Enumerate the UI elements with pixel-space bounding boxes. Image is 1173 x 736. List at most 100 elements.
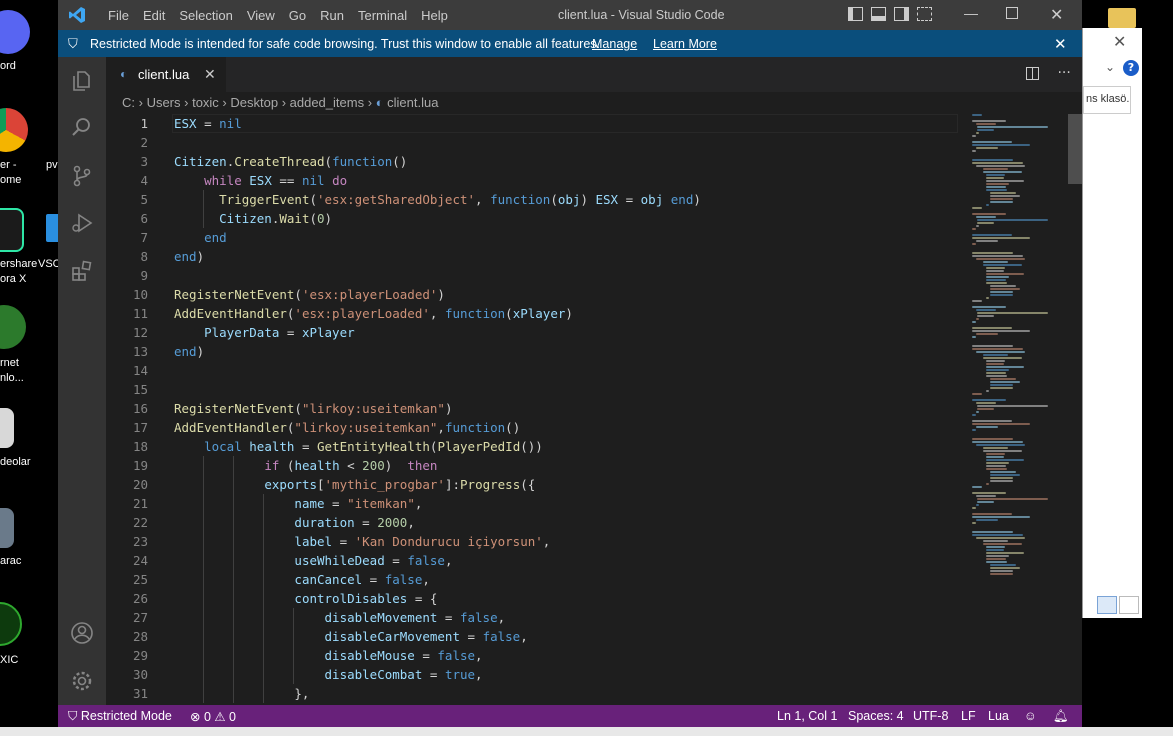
code-line[interactable]: name = "itemkan", [174, 494, 422, 513]
indent-guide [263, 627, 265, 646]
code-line[interactable]: disableMouse = false, [174, 646, 483, 665]
filmora-icon[interactable] [0, 208, 24, 252]
minimap-line [986, 279, 1007, 281]
menu-run[interactable]: Run [313, 0, 351, 30]
code-line[interactable]: exports['mythic_progbar']:Progress({ [174, 475, 535, 494]
toxic-icon[interactable] [0, 602, 22, 646]
code-line[interactable]: AddEventHandler("lirkoy:useitemkan",func… [174, 418, 520, 437]
search-icon[interactable] [70, 115, 94, 139]
minimize-icon[interactable]: — [964, 5, 978, 21]
code-line[interactable]: end) [174, 342, 204, 361]
minimap-line [986, 183, 1010, 185]
eol-status[interactable]: LF [961, 709, 976, 723]
breadcrumb-item[interactable]: toxic [192, 95, 219, 114]
tab-client-lua[interactable]: ◐ client.lua ✕ [106, 57, 226, 92]
menu-view[interactable]: View [240, 0, 282, 30]
encoding-status[interactable]: UTF-8 [913, 709, 948, 723]
code-line[interactable]: if (health < 200) then [174, 456, 437, 475]
code-line[interactable]: label = 'Kan Dondurucu içiyorsun', [174, 532, 550, 551]
breadcrumb-item[interactable]: Users [147, 95, 181, 114]
minimap-line [986, 273, 1024, 275]
line-number: 31 [132, 686, 148, 701]
toggle-panel-icon[interactable] [871, 7, 886, 21]
split-editor-icon[interactable] [1026, 66, 1039, 80]
folder-shortcut-icon[interactable] [0, 408, 14, 448]
download-manager-icon[interactable] [0, 305, 26, 349]
code-line[interactable]: Citizen.Wait(0) [174, 209, 332, 228]
extensions-icon[interactable] [70, 259, 94, 283]
vscode-desktop-icon[interactable] [46, 214, 58, 242]
menu-terminal[interactable]: Terminal [351, 0, 414, 30]
close-icon[interactable]: ✕ [1054, 35, 1067, 53]
indentation-status[interactable]: Spaces: 4 [848, 709, 904, 723]
chevron-right-icon: › [180, 95, 193, 110]
menu-go[interactable]: Go [282, 0, 313, 30]
customize-layout-icon[interactable] [917, 7, 932, 21]
explorer-icon[interactable] [70, 69, 94, 93]
more-actions-icon[interactable]: ··· [1057, 65, 1070, 81]
close-icon[interactable]: ✕ [1113, 32, 1126, 51]
breadcrumb-item[interactable]: client.lua [387, 95, 438, 114]
search-input[interactable]: ns klasö... [1083, 86, 1131, 114]
discord-icon[interactable] [0, 10, 30, 54]
feedback-icon[interactable]: ☺ [1024, 709, 1037, 723]
code-line[interactable]: AddEventHandler('esx:playerLoaded', func… [174, 304, 573, 323]
code-line[interactable]: ESX = nil [174, 114, 242, 133]
code-line[interactable]: while ESX == nil do [174, 171, 347, 190]
scrollbar-thumb[interactable] [1068, 114, 1082, 184]
problems-status[interactable]: ⊗ 0 ⚠ 0 [190, 709, 236, 724]
code-line[interactable]: local health = GetEntityHealth(PlayerPed… [174, 437, 543, 456]
vertical-scrollbar[interactable] [1068, 114, 1082, 705]
code-line[interactable]: Citizen.CreateThread(function() [174, 152, 407, 171]
breadcrumb-item[interactable]: added_items [290, 95, 364, 114]
code-line[interactable]: }, [174, 684, 309, 703]
close-tab-icon[interactable]: ✕ [204, 66, 216, 83]
toggle-secondary-sidebar-icon[interactable] [894, 7, 909, 21]
cursor-position[interactable]: Ln 1, Col 1 [777, 709, 837, 723]
activity-bar [58, 57, 106, 705]
menu-file[interactable]: File [101, 0, 136, 30]
menu-help[interactable]: Help [414, 0, 455, 30]
minimap-line [982, 447, 1009, 449]
gear-icon[interactable] [70, 669, 94, 693]
close-window-icon[interactable]: ✕ [1050, 5, 1063, 25]
maximize-icon[interactable] [1006, 7, 1018, 19]
run-debug-icon[interactable] [70, 211, 94, 235]
code-editor[interactable]: 1 2 3 4 5 6 7 8 9 10 11 12 13 14 15 16 17 18 19 20 21 22 23 24 2… [106, 114, 1082, 705]
manage-link[interactable]: Manage [592, 37, 637, 51]
menu-selection[interactable]: Selection [172, 0, 239, 30]
code-line[interactable]: end) [174, 247, 204, 266]
code-line[interactable]: TriggerEvent('esx:getSharedObject', func… [174, 190, 701, 209]
toggle-sidebar-icon[interactable] [848, 7, 863, 21]
chrome-icon[interactable] [0, 108, 28, 152]
breadcrumb-item[interactable]: C: [122, 95, 135, 114]
code-line[interactable]: disableMovement = false, [174, 608, 506, 627]
desktop-screen: ord er - ome pv VSC ershare ora X rnet n… [0, 0, 1173, 736]
learn-more-link[interactable]: Learn More [653, 37, 717, 51]
breadcrumb-item[interactable]: Desktop [230, 95, 278, 114]
menu-edit[interactable]: Edit [136, 0, 172, 30]
chevron-down-icon[interactable]: ⌄ [1105, 60, 1115, 74]
code-line[interactable]: end [174, 228, 227, 247]
source-control-icon[interactable] [70, 164, 94, 188]
large-icons-view-button[interactable] [1119, 596, 1139, 614]
code-line[interactable]: disableCombat = true, [174, 665, 483, 684]
code-line[interactable]: PlayerData = xPlayer [174, 323, 355, 342]
details-view-button[interactable] [1097, 596, 1117, 614]
indent-guide [203, 456, 205, 475]
code-line[interactable]: disableCarMovement = false, [174, 627, 528, 646]
code-line[interactable]: RegisterNetEvent('esx:playerLoaded') [174, 285, 445, 304]
restricted-mode-status[interactable]: ⛉ Restricted Mode [58, 705, 182, 727]
notifications-icon[interactable]: 🔔︎ [1053, 709, 1069, 724]
code-line[interactable]: useWhileDead = false, [174, 551, 452, 570]
minimap[interactable] [964, 114, 1064, 594]
game-shortcut-icon[interactable] [0, 508, 14, 548]
code-line[interactable]: duration = 2000, [174, 513, 414, 532]
code-line[interactable]: controlDisables = { [174, 589, 437, 608]
code-line[interactable]: canCancel = false, [174, 570, 429, 589]
help-icon[interactable]: ? [1123, 60, 1139, 76]
vscode-window: File Edit Selection View Go Run Terminal… [58, 0, 1082, 727]
code-line[interactable]: RegisterNetEvent("lirkoy:useitemkan") [174, 399, 452, 418]
account-icon[interactable] [70, 621, 94, 645]
language-mode[interactable]: Lua [988, 709, 1009, 723]
